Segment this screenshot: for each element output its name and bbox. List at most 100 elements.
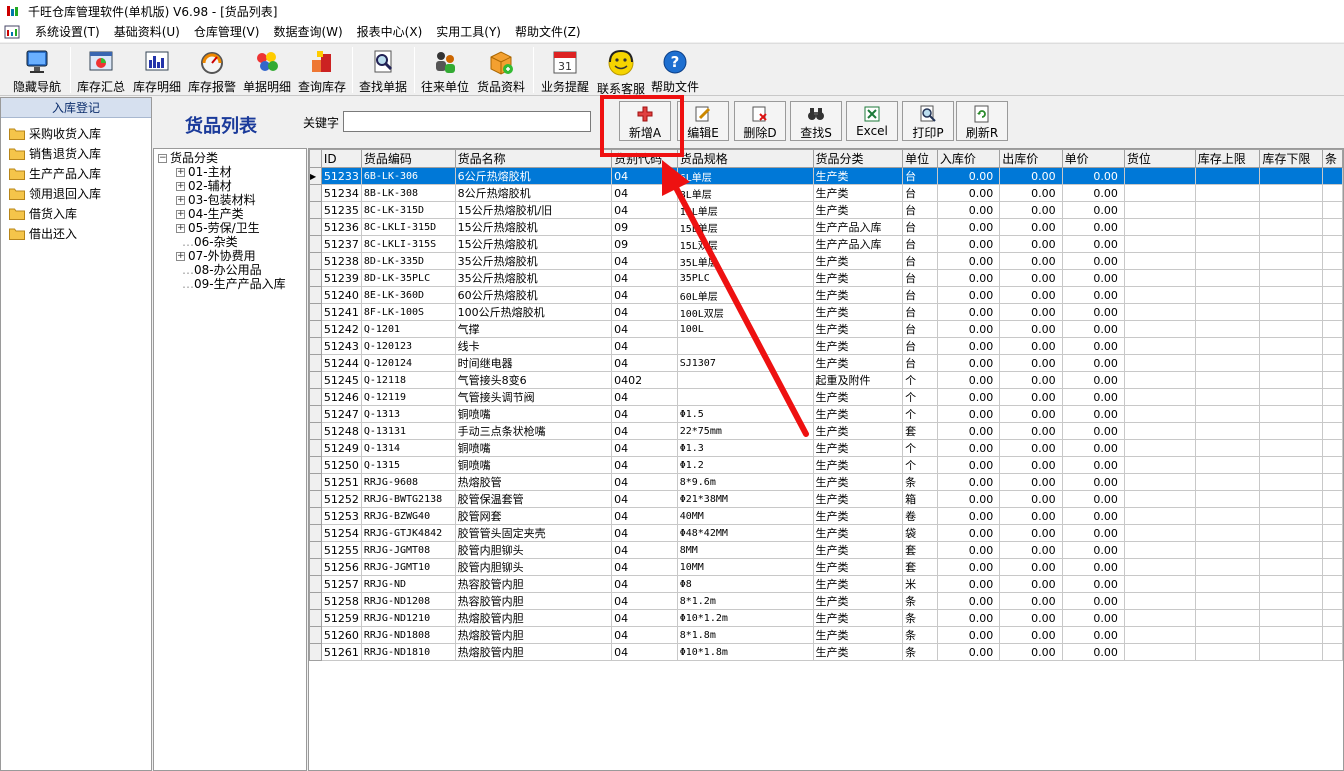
cell-stock-min[interactable]	[1259, 473, 1324, 491]
hide-nav-button[interactable]: 隐藏导航	[8, 46, 66, 96]
print-button[interactable]: 打印P	[902, 101, 954, 141]
cell-extra[interactable]	[1322, 320, 1343, 338]
tree-node[interactable]: +01-主材	[176, 165, 232, 179]
cell-price[interactable]: 0.00	[1061, 490, 1125, 508]
cell-name[interactable]: 气管接头8变6	[454, 371, 613, 389]
tree-node[interactable]: +05-劳保/卫生	[176, 221, 260, 235]
cell-stock-min[interactable]	[1259, 184, 1324, 202]
cell-out-price[interactable]: 0.00	[999, 507, 1063, 525]
cell-location[interactable]	[1123, 218, 1196, 236]
cell-location[interactable]	[1123, 286, 1196, 304]
cell-extra[interactable]	[1322, 473, 1343, 491]
row-selector[interactable]	[309, 626, 322, 644]
cell-type-code[interactable]: 09	[611, 235, 678, 253]
table-row[interactable]: 51248 Q-13131 手动三点条状枪嘴 04 22*75mm 生产类套 0.00 0.0…	[309, 422, 1343, 440]
cell-type-code[interactable]: 04	[611, 337, 678, 355]
cell-code[interactable]: Q-1315	[360, 456, 456, 474]
row-selector[interactable]	[309, 337, 322, 355]
cell-price[interactable]: 0.00	[1061, 439, 1125, 457]
cell-in-price[interactable]: 0.00	[936, 473, 1001, 491]
cell-price[interactable]: 0.00	[1061, 592, 1125, 610]
expand-icon[interactable]: +	[176, 168, 185, 177]
cell-unit[interactable]: 套	[902, 558, 938, 576]
cell-stock-max[interactable]	[1194, 609, 1261, 627]
cell-stock-min[interactable]	[1259, 235, 1324, 253]
row-selector[interactable]	[309, 558, 322, 576]
cell-extra[interactable]	[1322, 252, 1343, 270]
cell-stock-max[interactable]	[1194, 456, 1261, 474]
cell-stock-max[interactable]	[1194, 422, 1261, 440]
cell-category[interactable]: 生产类	[812, 269, 904, 287]
cell-unit[interactable]: 个	[902, 388, 938, 406]
nav-item-sales-return[interactable]: 销售退货入库	[1, 143, 151, 163]
cell-type-code[interactable]: 04	[611, 286, 678, 304]
cell-out-price[interactable]: 0.00	[999, 286, 1063, 304]
cell-stock-min[interactable]	[1259, 575, 1324, 593]
col-header[interactable]: 出库价	[999, 149, 1063, 168]
col-header[interactable]: 入库价	[936, 149, 1001, 168]
find-button[interactable]: 查找S	[790, 101, 842, 141]
cell-spec[interactable]: Φ1.3	[676, 439, 814, 457]
cell-extra[interactable]	[1322, 371, 1343, 389]
cell-type-code[interactable]: 04	[611, 269, 678, 287]
cell-location[interactable]	[1123, 490, 1196, 508]
row-selector[interactable]	[309, 320, 322, 338]
tree-node[interactable]: +03-包装材料	[176, 193, 256, 207]
cell-price[interactable]: 0.00	[1061, 235, 1125, 253]
row-selector[interactable]	[309, 371, 322, 389]
menu-data-query[interactable]: 数据查询(W)	[266, 23, 349, 41]
cell-unit[interactable]: 台	[902, 218, 938, 236]
cell-unit[interactable]: 套	[902, 422, 938, 440]
cell-type-code[interactable]: 04	[611, 388, 678, 406]
col-header[interactable]: 货别代码	[611, 149, 678, 168]
cell-name[interactable]: 15公斤热熔胶机/旧	[454, 201, 613, 219]
cell-spec[interactable]: 100L	[676, 320, 814, 338]
cell-category[interactable]: 生产类	[812, 252, 904, 270]
cell-code[interactable]: Q-120123	[360, 337, 456, 355]
table-row[interactable]: 51234 8B-LK-308 8公斤热熔胶机 04 8L单层 生产类台 0.00 0.00 0…	[309, 184, 1343, 202]
cell-price[interactable]: 0.00	[1061, 337, 1125, 355]
cell-name[interactable]: 35公斤热熔胶机	[454, 269, 613, 287]
row-selector[interactable]	[309, 609, 322, 627]
partners-button[interactable]: 往来单位	[418, 46, 472, 96]
cell-category[interactable]: 生产类	[812, 337, 904, 355]
table-row[interactable]: 51249 Q-1314 铜喷嘴 04 Φ1.3 生产类个 0.00 0.00 0.00	[309, 439, 1343, 457]
cell-type-code[interactable]: 04	[611, 575, 678, 593]
cell-out-price[interactable]: 0.00	[999, 490, 1063, 508]
keyword-input[interactable]	[343, 111, 591, 132]
cell-name[interactable]: 线卡	[454, 337, 613, 355]
cell-in-price[interactable]: 0.00	[936, 541, 1001, 559]
row-selector[interactable]	[309, 592, 322, 610]
cell-code[interactable]: RRJG-ND	[360, 575, 456, 593]
cell-spec[interactable]	[676, 337, 814, 355]
cell-spec[interactable]	[676, 371, 814, 389]
expand-icon[interactable]: +	[176, 210, 185, 219]
cell-type-code[interactable]: 04	[611, 354, 678, 372]
cell-name[interactable]: 铜喷嘴	[454, 456, 613, 474]
col-header[interactable]: 货品规格	[676, 149, 814, 168]
cell-unit[interactable]: 台	[902, 269, 938, 287]
col-header[interactable]: 货品名称	[454, 149, 613, 168]
cell-out-price[interactable]: 0.00	[999, 405, 1063, 423]
menu-tools[interactable]: 实用工具(Y)	[429, 23, 508, 41]
cell-stock-min[interactable]	[1259, 626, 1324, 644]
table-row[interactable]: 51240 8E-LK-360D 60公斤热熔胶机 04 60L单层 生产类台 0.00 0.…	[309, 286, 1343, 304]
row-selector[interactable]	[309, 524, 322, 542]
cell-spec[interactable]: 15L单层	[676, 201, 814, 219]
cell-unit[interactable]: 箱	[902, 490, 938, 508]
cell-name[interactable]: 热熔胶管	[454, 473, 613, 491]
cell-id[interactable]: 51250	[320, 456, 362, 474]
cell-location[interactable]	[1123, 235, 1196, 253]
cell-name[interactable]: 胶管网套	[454, 507, 613, 525]
cell-category[interactable]: 生产类	[812, 575, 904, 593]
cell-extra[interactable]	[1322, 354, 1343, 372]
cell-stock-max[interactable]	[1194, 643, 1261, 661]
cell-out-price[interactable]: 0.00	[999, 456, 1063, 474]
cell-out-price[interactable]: 0.00	[999, 541, 1063, 559]
cell-location[interactable]	[1123, 575, 1196, 593]
cell-location[interactable]	[1123, 388, 1196, 406]
table-row[interactable]: 51247 Q-1313 铜喷嘴 04 Φ1.5 生产类个 0.00 0.00 0.00	[309, 405, 1343, 423]
cell-stock-max[interactable]	[1194, 184, 1261, 202]
cell-location[interactable]	[1123, 320, 1196, 338]
table-row[interactable]: 51245 Q-12118 气管接头8变6 0402 起重及附件个 0.00 0.00 0.0…	[309, 371, 1343, 389]
